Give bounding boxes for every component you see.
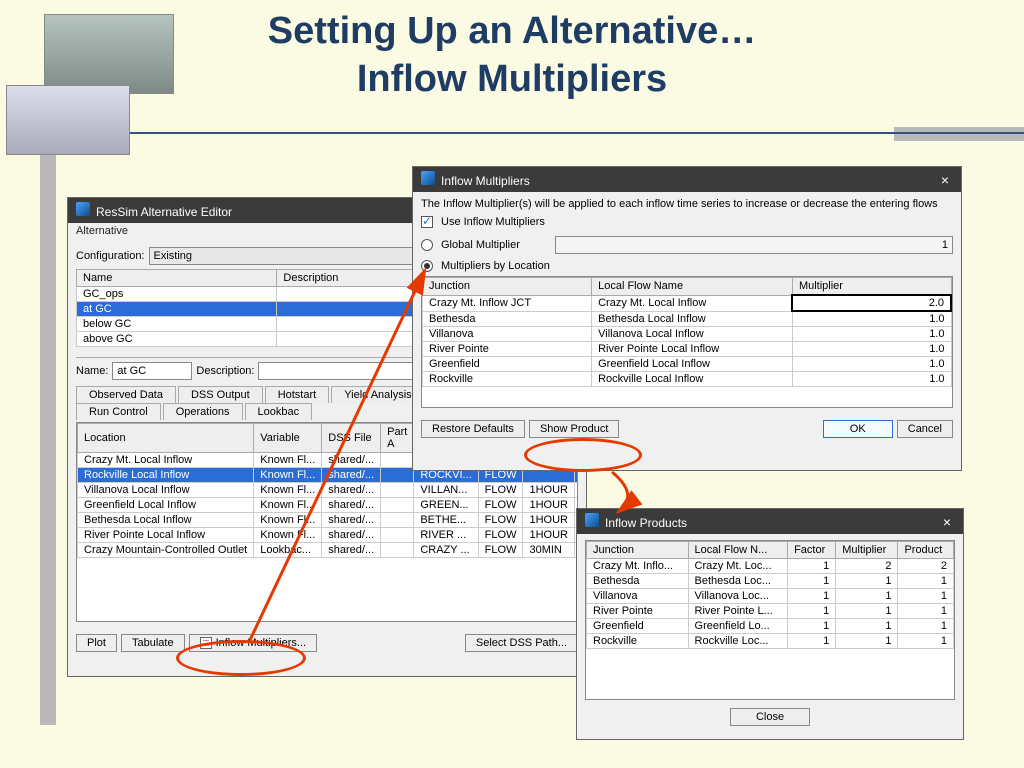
window-inflow-multipliers: Inflow Multipliers × The Inflow Multipli…	[412, 166, 962, 471]
global-multiplier-field[interactable]	[555, 236, 953, 254]
by-location-label: Multipliers by Location	[441, 260, 550, 272]
window-title: Inflow Products	[605, 516, 687, 530]
select-dss-path-button[interactable]: Select DSS Path...	[465, 634, 578, 652]
tabulate-button[interactable]: Tabulate	[121, 634, 185, 652]
col-name: Name	[77, 270, 277, 287]
col-header: Location	[78, 424, 254, 453]
app-icon	[585, 513, 599, 527]
col-header: Multiplier	[836, 542, 898, 559]
col-header: Part A	[381, 424, 414, 453]
config-label: Configuration:	[76, 250, 145, 262]
use-multipliers-checkbox[interactable]	[421, 216, 433, 228]
by-location-radio[interactable]	[421, 260, 433, 272]
window-title: Inflow Multipliers	[441, 174, 530, 188]
table-row[interactable]: BethesdaBethesda Loc...111	[587, 574, 954, 589]
tab-observed-data[interactable]: Observed Data	[76, 386, 176, 403]
tab-yield-analysis[interactable]: Yield Analysis	[331, 386, 424, 403]
global-multiplier-radio[interactable]	[421, 239, 433, 251]
accent-bar-vertical	[40, 145, 56, 725]
tab-dss-output[interactable]: DSS Output	[178, 386, 263, 403]
ok-button[interactable]: OK	[823, 420, 893, 438]
show-product-button[interactable]: Show Product	[529, 420, 619, 438]
table-row[interactable]: Crazy Mt. Inflo...Crazy Mt. Loc...122	[587, 559, 954, 574]
col-header: DSS File	[322, 424, 381, 453]
cancel-button[interactable]: Cancel	[897, 420, 953, 438]
table-row[interactable]: Crazy Mountain-Controlled OutletLookbac.…	[78, 543, 579, 558]
col-header: Variable	[254, 424, 322, 453]
table-row[interactable]: Crazy Mt. Inflow JCTCrazy Mt. Local Infl…	[423, 295, 952, 311]
col-header: Product	[898, 542, 954, 559]
table-row[interactable]: VillanovaVillanova Loc...111	[587, 589, 954, 604]
col-junction: Junction	[423, 278, 592, 296]
titlebar-multipliers[interactable]: Inflow Multipliers ×	[413, 167, 961, 192]
accent-bar-gray	[894, 127, 1024, 141]
table-row[interactable]: RockvilleRockville Local Inflow1.0	[423, 372, 952, 387]
tab-operations[interactable]: Operations	[163, 403, 243, 420]
tab-hotstart[interactable]: Hotstart	[265, 386, 330, 403]
col-header: Factor	[788, 542, 836, 559]
restore-defaults-button[interactable]: Restore Defaults	[421, 420, 525, 438]
table-row[interactable]: River PointeRiver Pointe Local Inflow1.0	[423, 342, 952, 357]
table-row[interactable]: BethesdaBethesda Local Inflow1.0	[423, 311, 952, 327]
sheet-icon	[200, 637, 212, 649]
table-row[interactable]: Bethesda Local InflowKnown Fl...shared/.…	[78, 513, 579, 528]
table-row[interactable]: RockvilleRockville Loc...111	[587, 634, 954, 649]
table-row[interactable]: Villanova Local InflowKnown Fl...shared/…	[78, 483, 579, 498]
titlebar-products[interactable]: Inflow Products ×	[577, 509, 963, 534]
close-button[interactable]: Close	[730, 708, 810, 726]
name-label: Name:	[76, 365, 108, 377]
app-icon	[76, 202, 90, 216]
global-multiplier-label: Global Multiplier	[441, 239, 551, 251]
use-multipliers-label: Use Inflow Multipliers	[441, 216, 545, 228]
name-field[interactable]	[112, 362, 192, 380]
table-row[interactable]: GreenfieldGreenfield Lo...111	[587, 619, 954, 634]
col-local-flow: Local Flow Name	[592, 278, 793, 296]
desc-label: Description:	[196, 365, 254, 377]
table-row[interactable]: Greenfield Local InflowKnown Fl...shared…	[78, 498, 579, 513]
col-header: Junction	[587, 542, 689, 559]
table-row[interactable]: VillanovaVillanova Local Inflow1.0	[423, 327, 952, 342]
products-table[interactable]: JunctionLocal Flow N...FactorMultiplierP…	[586, 541, 954, 649]
app-icon	[421, 171, 435, 185]
close-icon[interactable]: ×	[939, 514, 955, 530]
window-title: ResSim Alternative Editor	[96, 205, 232, 219]
col-multiplier: Multiplier	[792, 278, 951, 296]
tab-run-control[interactable]: Run Control	[76, 403, 161, 420]
col-header: Local Flow N...	[688, 542, 788, 559]
thumbnail-graph	[6, 85, 130, 155]
tab-lookback[interactable]: Lookbac	[245, 403, 313, 420]
window-inflow-products: Inflow Products × JunctionLocal Flow N..…	[576, 508, 964, 740]
accent-rule	[40, 132, 1024, 134]
multipliers-description: The Inflow Multiplier(s) will be applied…	[421, 198, 953, 210]
thumbnail-dam	[44, 14, 174, 94]
table-row[interactable]: River Pointe Local InflowKnown Fl...shar…	[78, 528, 579, 543]
plot-button[interactable]: Plot	[76, 634, 117, 652]
multipliers-table[interactable]: Junction Local Flow Name Multiplier Craz…	[422, 277, 952, 387]
table-row[interactable]: River PointeRiver Pointe L...111	[587, 604, 954, 619]
close-icon[interactable]: ×	[937, 172, 953, 188]
inflow-multipliers-button[interactable]: Inflow Multipliers...	[189, 634, 317, 652]
table-row[interactable]: GreenfieldGreenfield Local Inflow1.0	[423, 357, 952, 372]
